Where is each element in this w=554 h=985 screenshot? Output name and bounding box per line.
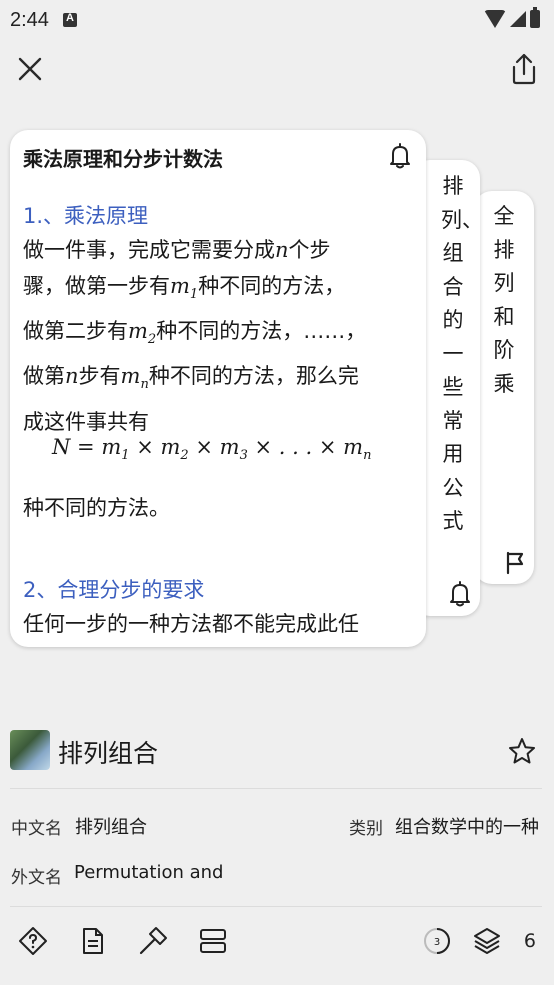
entry-title: 排列组合 xyxy=(58,739,159,768)
bell-icon[interactable] xyxy=(388,142,412,170)
layers-icon[interactable] xyxy=(472,926,502,956)
star-icon[interactable] xyxy=(508,737,536,765)
field-label-foreign-name: 外文名 xyxy=(11,868,62,888)
wifi-icon xyxy=(484,10,506,28)
status-icons xyxy=(484,7,540,28)
section-heading: 2、合理分步的要求 xyxy=(23,578,205,602)
progress-circle-icon: 3 xyxy=(424,928,450,954)
card-title: 乘法原理和分步计数法 xyxy=(23,147,223,171)
close-button[interactable] xyxy=(14,53,46,85)
card-full-permutation[interactable]: 全排列和阶乘 xyxy=(474,191,534,584)
bell-icon[interactable] xyxy=(448,580,472,608)
field-value-category: 组合数学中的一种 xyxy=(395,817,539,838)
paragraph-step-requirements: 任何一步的一种方法都不能完成此任 xyxy=(23,612,359,636)
entry-thumbnail[interactable] xyxy=(10,730,50,770)
text-line: 骤，做第一步有m1种不同的方法， xyxy=(23,274,346,303)
paragraph-conclusion: 种不同的方法。 xyxy=(23,496,170,520)
battery-icon xyxy=(530,7,540,28)
product-formula: N = m1 × m2 × m3 × . . . × mn xyxy=(52,435,372,464)
text-line: 做第二步有m2种不同的方法，……， xyxy=(23,319,367,348)
layer-count: 6 xyxy=(523,930,536,952)
field-label-chinese-name: 中文名 xyxy=(11,819,62,839)
card-title-vertical: 全排列和阶乘 xyxy=(474,200,534,401)
card-title-text: 全排列和阶乘 xyxy=(493,204,515,396)
flag-icon[interactable] xyxy=(504,551,526,575)
notification-icon xyxy=(62,12,77,27)
signal-icon xyxy=(510,11,526,27)
section-heading: 1.、乘法原理 xyxy=(23,204,149,228)
share-button[interactable] xyxy=(508,52,540,86)
hammer-icon[interactable] xyxy=(138,926,168,956)
bottom-toolbar: 3 6 xyxy=(0,912,554,970)
text-line: 做第n步有mn种不同的方法，那么完 xyxy=(23,364,359,393)
field-value-foreign-name: Permutation and xyxy=(74,862,224,883)
status-bar: 2:44 xyxy=(0,0,554,40)
status-time: 2:44 xyxy=(10,8,49,31)
divider xyxy=(10,906,542,907)
paragraph-multiplication: 做一件事，完成它需要分成n个步 骤，做第一步有m1种不同的方法， 做第二步有m2… xyxy=(23,232,414,440)
progress-badge: 3 xyxy=(434,937,440,948)
progress-circle[interactable]: 3 xyxy=(422,926,452,956)
question-diamond-icon[interactable] xyxy=(18,926,48,956)
divider xyxy=(10,788,542,789)
card-multiplication-principle[interactable]: 乘法原理和分步计数法 1.、乘法原理 做一件事，完成它需要分成n个步 骤，做第一… xyxy=(10,130,426,647)
share-icon xyxy=(512,53,536,85)
close-icon xyxy=(18,57,42,81)
document-icon[interactable] xyxy=(78,926,108,956)
card-title-text: 排列、组合的一些常用公式 xyxy=(441,174,480,533)
text-line: 做一件事，完成它需要分成n个步 xyxy=(23,238,331,262)
field-value-chinese-name: 排列组合 xyxy=(75,817,147,838)
cards-icon[interactable] xyxy=(198,926,228,956)
field-label-category: 类别 xyxy=(349,819,383,839)
